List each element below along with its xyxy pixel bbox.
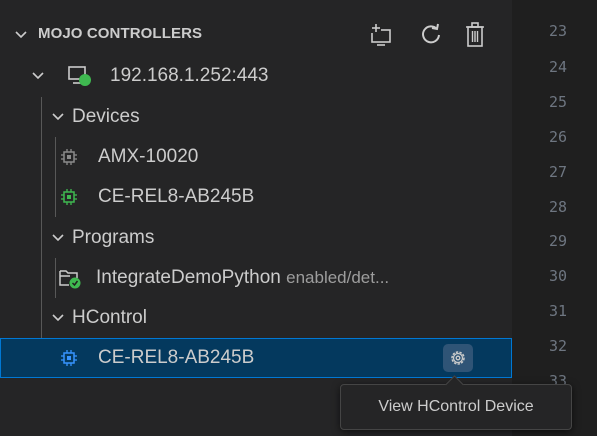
editor-line-gutter: 23 24 25 26 27 28 29 30 31 32 33 [512,0,597,436]
chevron-down-icon [52,314,64,322]
tooltip-text: View HControl Device [378,398,534,415]
section-title: MOJO CONTROLLERS [38,25,203,42]
chevron-down-icon [52,234,64,242]
line-number: 29 [548,232,567,250]
line-number: 26 [548,128,567,146]
hcontrol-device-label: CE-REL8-AB245B [98,347,255,368]
tree-item-device[interactable]: CE-REL8-AB245B [0,177,512,217]
programs-label: Programs [72,227,155,248]
tree-item-program[interactable]: IntegrateDemoPython enabled/det... [0,258,512,298]
view-hcontrol-device-button[interactable] [443,344,473,372]
device-label: AMX-10020 [98,146,199,167]
tree-item-controller[interactable]: 192.168.1.252:443 [0,56,512,96]
chip-icon [61,189,77,205]
section-header[interactable]: MOJO CONTROLLERS [0,14,512,56]
chevron-down-icon [32,72,44,80]
gear-icon [451,351,465,365]
chip-icon [61,149,77,165]
tree-item-devices[interactable]: Devices [0,97,512,137]
refresh-button[interactable] [416,20,446,50]
line-number: 32 [548,337,567,355]
tooltip: View HControl Device [340,375,572,430]
line-number: 30 [548,267,567,285]
add-controller-button[interactable] [366,20,396,50]
program-enabled-icon [59,270,81,289]
tree-item-hcontrol[interactable]: HControl [0,298,512,338]
line-number: 27 [548,163,567,181]
devices-label: Devices [72,106,140,127]
tree-item-device[interactable]: AMX-10020 [0,137,512,177]
mojo-controllers-panel: MOJO CONTROLLERS 192.168.1.252:443 Devic… [0,0,512,436]
device-label: CE-REL8-AB245B [98,186,255,207]
tree-item-hcontrol-device[interactable]: CE-REL8-AB245B [0,338,512,378]
add-controller-icon [371,23,391,46]
program-status: enabled/det... [286,268,390,287]
line-number: 23 [548,22,567,40]
refresh-icon [422,23,440,44]
program-label: IntegrateDemoPython enabled/det... [96,267,389,289]
chevron-down-icon [15,31,27,39]
line-number: 25 [548,93,567,111]
line-number: 28 [548,198,567,216]
delete-button[interactable] [460,20,490,50]
chevron-down-icon [52,113,64,121]
chip-icon [61,350,77,366]
trash-icon [466,22,484,47]
controller-status-icon [68,66,91,86]
controller-label: 192.168.1.252:443 [110,65,269,86]
line-number: 31 [548,302,567,320]
line-number: 24 [548,58,567,76]
tree-item-programs[interactable]: Programs [0,218,512,258]
hcontrol-label: HControl [72,307,147,328]
program-name: IntegrateDemoPython [96,267,281,288]
